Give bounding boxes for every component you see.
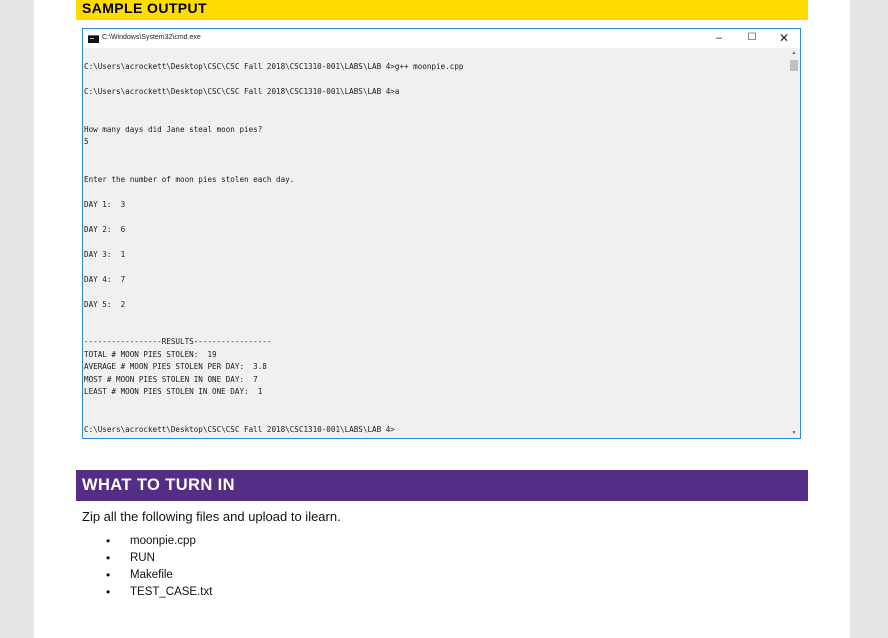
console-line: C:\Users\acrockett\Desktop\CSC\CSC Fall … [84, 62, 464, 71]
file-name: moonpie.cpp [130, 535, 196, 547]
scroll-up-arrow-icon[interactable]: ▲ [788, 48, 800, 58]
console-line: How many days did Jane steal moon pies? [84, 124, 263, 134]
turn-in-instruction: Zip all the following files and upload t… [82, 509, 341, 524]
console-scrollbar[interactable]: ▲ ▼ [788, 48, 800, 438]
console-line: TOTAL # MOON PIES STOLEN: 19 [84, 349, 217, 359]
cmd-icon [88, 35, 99, 43]
console-line: Enter the number of moon pies stolen eac… [84, 174, 295, 184]
console-line: DAY 2: 6 [84, 224, 126, 234]
console-line: DAY 4: 7 [84, 274, 126, 284]
console-line: AVERAGE # MOON PIES STOLEN PER DAY: 3.8 [84, 362, 267, 371]
console-line: -----------------RESULTS----------------… [84, 337, 272, 346]
sample-output-heading: SAMPLE OUTPUT [76, 0, 808, 20]
cmd-titlebar[interactable]: C:\Windows\System32\cmd.exe – ☐ ✕ [83, 29, 800, 48]
console-line: C:\Users\acrockett\Desktop\CSC\CSC Fall … [84, 87, 400, 96]
scroll-down-arrow-icon[interactable]: ▼ [788, 428, 800, 438]
scroll-thumb[interactable] [790, 60, 798, 71]
console-line: DAY 5: 2 [84, 299, 126, 309]
cmd-window[interactable]: C:\Windows\System32\cmd.exe – ☐ ✕ C:\Use… [82, 28, 801, 439]
close-button[interactable]: ✕ [769, 30, 799, 46]
bullet-icon: • [106, 568, 111, 582]
document-page: SAMPLE OUTPUT C:\Windows\System32\cmd.ex… [34, 0, 850, 638]
turn-in-heading: WHAT TO TURN IN [76, 470, 808, 501]
minimize-button[interactable]: – [704, 30, 734, 46]
file-name: Makefile [130, 569, 173, 581]
console-line: C:\Users\acrockett\Desktop\CSC\CSC Fall … [84, 424, 395, 434]
bullet-icon: • [106, 534, 111, 548]
console-line: DAY 3: 1 [84, 249, 126, 259]
bullet-icon: • [106, 585, 111, 599]
cmd-window-title: C:\Windows\System32\cmd.exe [102, 34, 201, 41]
console-output[interactable]: C:\Users\acrockett\Desktop\CSC\CSC Fall … [83, 48, 788, 438]
file-name: TEST_CASE.txt [130, 586, 213, 598]
file-name: RUN [130, 552, 155, 564]
maximize-button[interactable]: ☐ [737, 30, 767, 46]
bullet-icon: • [106, 551, 111, 565]
console-line: LEAST # MOON PIES STOLEN IN ONE DAY: 1 [84, 387, 263, 396]
console-line: DAY 1: 3 [84, 199, 126, 209]
console-line: 5 [84, 137, 89, 146]
console-line: MOST # MOON PIES STOLEN IN ONE DAY: 7 [84, 374, 258, 384]
